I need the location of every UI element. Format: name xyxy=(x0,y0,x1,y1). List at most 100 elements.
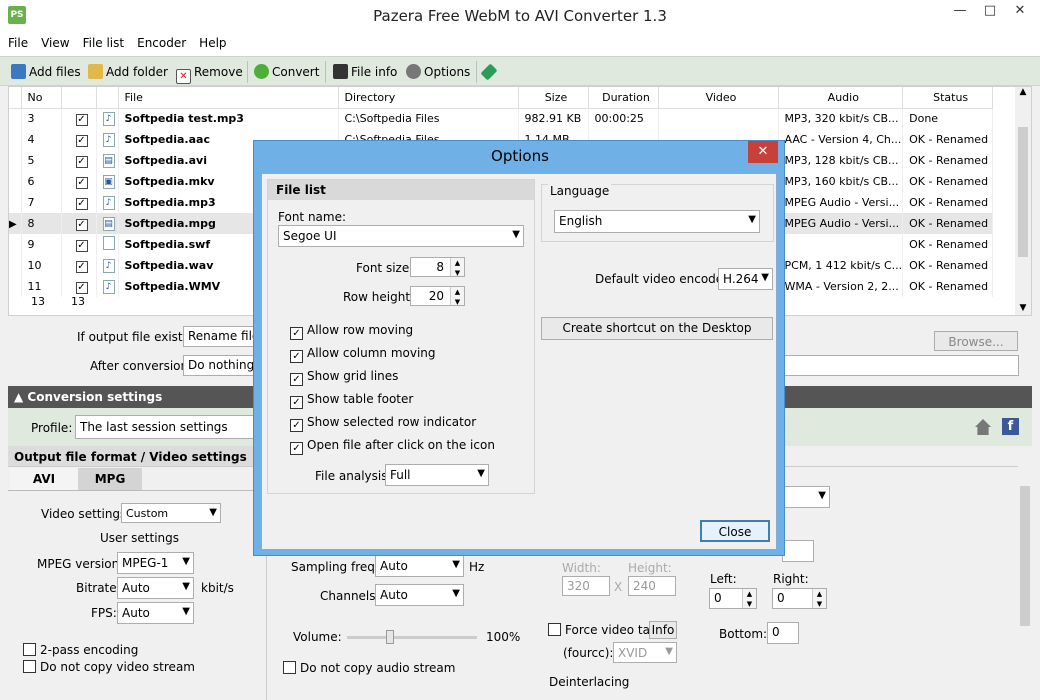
option-checkbox[interactable]: ✓ Allow column moving xyxy=(290,346,436,363)
checkbox[interactable] xyxy=(548,623,561,636)
close-window-button[interactable]: ✕ xyxy=(1006,0,1034,22)
video-settings-select[interactable]: Custom ▼ xyxy=(121,503,221,523)
channels-select[interactable]: Auto ▼ xyxy=(375,584,464,606)
minimize-button[interactable]: — xyxy=(946,0,974,22)
row-height-field[interactable]: 20 ▲ ▼ xyxy=(410,286,465,306)
checkbox-icon[interactable]: ✓ xyxy=(75,134,88,147)
if-exists-select[interactable]: Rename file xyxy=(183,326,255,347)
row-checkbox[interactable]: ✓ xyxy=(61,129,97,150)
column-header-status[interactable]: Status xyxy=(902,87,994,109)
fourcc-select[interactable]: XVID ▼ xyxy=(613,642,677,663)
add-folder-button[interactable]: Add folder xyxy=(88,63,168,81)
tab-avi[interactable]: AVI xyxy=(10,468,78,490)
checkbox-icon[interactable]: ✓ xyxy=(75,176,88,189)
row-checkbox[interactable]: ✓ xyxy=(61,255,97,276)
settings-scrollbar[interactable] xyxy=(1018,466,1032,700)
font-size-field[interactable]: 8 ▲ ▼ xyxy=(410,257,465,277)
row-checkbox[interactable]: ✓ xyxy=(61,171,97,192)
maximize-button[interactable]: □ xyxy=(976,0,1004,22)
table-row[interactable]: 3 ✓ ♪ Softpedia test.mp3 C:\Softpedia Files 9… xyxy=(9,108,994,129)
font-name-select[interactable]: Segoe UI ▼ xyxy=(278,225,524,247)
checkbox[interactable] xyxy=(23,643,36,656)
tab-mpg[interactable]: MPG xyxy=(78,468,142,490)
row-checkbox[interactable]: ✓ xyxy=(61,213,97,234)
left-field[interactable]: 0 ▲ ▼ xyxy=(709,588,757,609)
dialog-close-icon[interactable]: ✕ xyxy=(748,141,778,163)
row-checkbox[interactable]: ✓ xyxy=(61,276,97,297)
checked-icon[interactable]: ✓ xyxy=(290,373,303,386)
checkbox-icon[interactable]: ✓ xyxy=(75,281,88,294)
column-header-check[interactable] xyxy=(61,87,97,109)
menu-encoder[interactable]: Encoder xyxy=(129,32,191,50)
default-encoder-select[interactable]: H.264 ▼ xyxy=(718,268,773,290)
stepper-icon[interactable]: ▲ ▼ xyxy=(812,589,826,608)
stepper-icon[interactable]: ▲ ▼ xyxy=(450,287,464,305)
close-button[interactable]: Close xyxy=(700,520,770,542)
column-header-icon[interactable] xyxy=(96,87,119,109)
menu-file[interactable]: File xyxy=(0,32,33,50)
mpeg-version-select[interactable]: MPEG-1 ▼ xyxy=(117,552,194,574)
stepper-icon[interactable]: ▲ ▼ xyxy=(450,258,464,276)
row-checkbox[interactable]: ✓ xyxy=(61,192,97,213)
sampling-select[interactable]: Auto ▼ xyxy=(375,555,464,577)
checkbox[interactable] xyxy=(23,660,36,673)
crop-mode-select[interactable]: ▼ xyxy=(782,486,830,508)
option-checkbox[interactable]: ✓ Open file after click on the icon xyxy=(290,438,495,455)
menu-help[interactable]: Help xyxy=(191,32,231,50)
no-copy-audio-checkbox[interactable]: Do not copy audio stream xyxy=(283,661,455,675)
fps-select[interactable]: Auto ▼ xyxy=(117,602,194,624)
checked-icon[interactable]: ✓ xyxy=(290,442,303,455)
checked-icon[interactable]: ✓ xyxy=(290,396,303,409)
checkbox[interactable] xyxy=(283,661,296,674)
scroll-up-icon[interactable]: ▲ xyxy=(1015,87,1031,97)
column-header-no[interactable]: No xyxy=(21,87,62,109)
stepper-icon[interactable]: ▲ ▼ xyxy=(742,589,756,608)
file-info-button[interactable]: File info xyxy=(333,63,397,81)
convert-button[interactable]: Convert xyxy=(254,63,319,81)
checkbox-icon[interactable]: ✓ xyxy=(75,155,88,168)
create-shortcut-button[interactable]: Create shortcut on the Desktop xyxy=(541,317,773,340)
option-checkbox[interactable]: ✓ Show grid lines xyxy=(290,369,398,386)
option-checkbox[interactable]: ✓ Allow row moving xyxy=(290,323,413,340)
right-field[interactable]: 0 ▲ ▼ xyxy=(772,588,827,609)
checkbox-icon[interactable]: ✓ xyxy=(75,239,88,252)
column-header-audio[interactable]: Audio xyxy=(778,87,904,109)
remove-button[interactable]: ✕ Remove xyxy=(176,63,243,84)
info-button[interactable]: Info xyxy=(649,621,677,639)
force-tag-checkbox[interactable]: Force video tag xyxy=(548,623,658,637)
output-dir-field[interactable] xyxy=(780,355,1019,376)
checked-icon[interactable]: ✓ xyxy=(290,419,303,432)
checkbox-icon[interactable]: ✓ xyxy=(75,113,88,126)
row-checkbox[interactable]: ✓ xyxy=(61,234,97,255)
row-checkbox[interactable]: ✓ xyxy=(61,150,97,171)
column-header-size[interactable]: Size xyxy=(518,87,589,109)
scroll-thumb[interactable] xyxy=(1020,486,1030,626)
scroll-thumb[interactable] xyxy=(1018,127,1028,257)
bitrate-select[interactable]: Auto ▼ xyxy=(117,577,194,599)
profile-select[interactable]: The last session settings xyxy=(75,415,255,439)
after-conversion-select[interactable]: Do nothing xyxy=(183,355,255,376)
checked-icon[interactable]: ✓ xyxy=(290,327,303,340)
volume-slider[interactable] xyxy=(347,636,477,639)
language-select[interactable]: English ▼ xyxy=(554,210,760,233)
checkbox-icon[interactable]: ✓ xyxy=(75,260,88,273)
checkbox-icon[interactable]: ✓ xyxy=(75,197,88,210)
column-header-file[interactable]: File xyxy=(118,87,339,109)
column-header-video[interactable]: Video xyxy=(658,87,779,109)
add-files-button[interactable]: Add files xyxy=(11,63,81,81)
volume-slider-thumb[interactable] xyxy=(386,630,394,644)
column-header-duration[interactable]: Duration xyxy=(588,87,659,109)
bottom-field[interactable]: 0 xyxy=(767,622,799,644)
checked-icon[interactable]: ✓ xyxy=(290,350,303,363)
option-checkbox[interactable]: ✓ Show table footer xyxy=(290,392,413,409)
facebook-icon[interactable]: f xyxy=(1002,418,1019,435)
height-field[interactable]: 240 xyxy=(628,576,676,596)
option-checkbox[interactable]: ✓ Show selected row indicator xyxy=(290,415,476,432)
options-button[interactable]: Options xyxy=(406,63,470,81)
width-field[interactable]: 320 xyxy=(562,576,610,596)
no-copy-video-checkbox[interactable]: Do not copy video stream xyxy=(23,660,195,674)
file-analysis-select[interactable]: Full ▼ xyxy=(385,464,489,486)
menu-view[interactable]: View xyxy=(33,32,74,50)
top-field[interactable] xyxy=(782,540,814,562)
checkbox-icon[interactable]: ✓ xyxy=(75,218,88,231)
